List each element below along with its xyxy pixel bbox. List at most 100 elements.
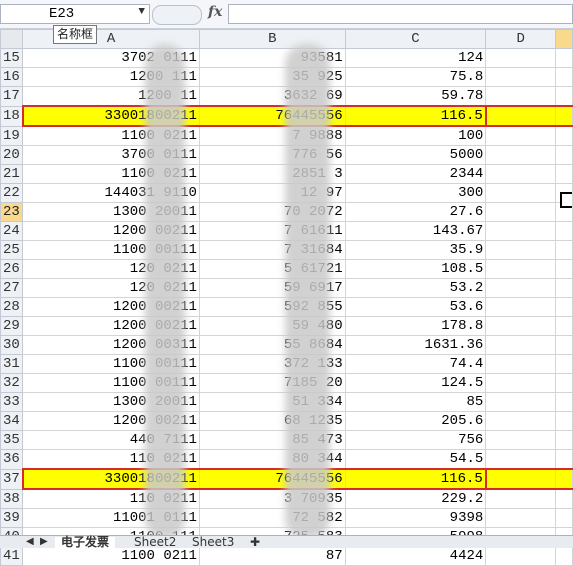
cell-e[interactable] (555, 67, 573, 87)
row-header[interactable]: 26 (0, 259, 24, 279)
cell-c[interactable]: 108.5 (344, 259, 487, 279)
formula-input[interactable] (228, 4, 573, 24)
chevron-down-icon[interactable]: ▼ (138, 6, 145, 18)
row-header[interactable]: 31 (0, 354, 24, 374)
cell-e[interactable] (555, 297, 573, 317)
cell-c[interactable]: 59.78 (344, 86, 487, 107)
row-header[interactable]: 34 (0, 411, 24, 431)
row-header[interactable]: 36 (0, 449, 24, 470)
cell-d[interactable] (485, 468, 557, 490)
cell-c[interactable]: 229.2 (344, 488, 487, 509)
cell-c[interactable]: 1631.36 (344, 335, 487, 355)
row-header[interactable]: 35 (0, 430, 24, 450)
cell-e[interactable] (555, 145, 573, 165)
insert-function-icon[interactable]: fx (208, 4, 222, 20)
cell-d[interactable] (485, 297, 557, 317)
name-box[interactable]: E23 ▼ (0, 4, 150, 24)
cell-e[interactable] (555, 488, 573, 509)
cell-b[interactable]: 87 (198, 546, 346, 566)
row-header[interactable]: 37 (0, 468, 24, 490)
cell-d[interactable] (485, 278, 557, 298)
cell-e[interactable] (555, 430, 573, 450)
cell-e[interactable] (555, 221, 573, 241)
cell-c[interactable]: 85 (344, 392, 487, 412)
cell-d[interactable] (485, 430, 557, 450)
column-header-b[interactable]: B (198, 29, 346, 49)
cell-e[interactable] (555, 316, 573, 336)
row-header[interactable]: 27 (0, 278, 24, 298)
cell-d[interactable] (485, 183, 557, 203)
cell-c[interactable]: 9398 (344, 508, 487, 528)
cell-e[interactable] (555, 259, 573, 279)
cell-c[interactable]: 178.8 (344, 316, 487, 336)
cell-e[interactable] (555, 468, 573, 490)
cell-c[interactable]: 53.6 (344, 297, 487, 317)
cell-d[interactable] (485, 67, 557, 87)
cell-c[interactable]: 756 (344, 430, 487, 450)
cell-c[interactable]: 143.67 (344, 221, 487, 241)
cell-c[interactable]: 100 (344, 125, 487, 146)
cell-a[interactable]: 1100 0211 (22, 546, 200, 566)
row-header[interactable]: 41 (0, 546, 24, 566)
cell-e[interactable] (555, 508, 573, 528)
cell-d[interactable] (485, 48, 557, 68)
cell-c[interactable]: 124 (344, 48, 487, 68)
cell-d[interactable] (485, 202, 557, 222)
cell-e[interactable] (555, 125, 573, 146)
cell-e[interactable] (555, 240, 573, 260)
cell-d[interactable] (485, 221, 557, 241)
next-sheet-icon[interactable]: ▶ (40, 536, 48, 547)
cell-c[interactable]: 54.5 (344, 449, 487, 470)
cell-c[interactable]: 75.8 (344, 67, 487, 87)
cell-d[interactable] (485, 488, 557, 509)
sheet-tab-3[interactable]: Sheet3 (186, 536, 240, 548)
cell-e[interactable] (555, 546, 573, 566)
sheet-tab-1[interactable]: 电子发票 (55, 536, 116, 548)
cell-e[interactable] (555, 164, 573, 184)
cell-d[interactable] (485, 164, 557, 184)
cell-d[interactable] (485, 373, 557, 393)
insert-sheet-icon[interactable]: ✚ (244, 536, 266, 548)
cell-e[interactable] (555, 392, 573, 412)
cell-c[interactable]: 74.4 (344, 354, 487, 374)
cell-d[interactable] (485, 259, 557, 279)
cell-c[interactable]: 4424 (344, 546, 487, 566)
row-header[interactable]: 38 (0, 488, 24, 509)
cell-d[interactable] (485, 125, 557, 146)
cell-c[interactable]: 27.6 (344, 202, 487, 222)
column-header-c[interactable]: C (344, 29, 487, 49)
column-header-d[interactable]: D (485, 29, 557, 49)
cell-e[interactable] (555, 411, 573, 431)
cell-e[interactable] (555, 105, 573, 127)
cell-c[interactable]: 5000 (344, 145, 487, 165)
row-header[interactable]: 21 (0, 164, 24, 184)
row-header[interactable]: 30 (0, 335, 24, 355)
row-header[interactable]: 19 (0, 125, 24, 146)
row-header[interactable]: 17 (0, 86, 24, 107)
cell-c[interactable]: 2344 (344, 164, 487, 184)
row-header[interactable]: 24 (0, 221, 24, 241)
row-header[interactable]: 33 (0, 392, 24, 412)
cell-e[interactable] (555, 373, 573, 393)
row-header[interactable]: 28 (0, 297, 24, 317)
column-header-e[interactable] (555, 29, 573, 49)
cell-d[interactable] (485, 145, 557, 165)
row-header[interactable]: 25 (0, 240, 24, 260)
row-header[interactable]: 39 (0, 508, 24, 528)
cell-c[interactable]: 300 (344, 183, 487, 203)
row-header[interactable]: 16 (0, 67, 24, 87)
cell-c[interactable]: 35.9 (344, 240, 487, 260)
cell-d[interactable] (485, 86, 557, 107)
cell-d[interactable] (485, 508, 557, 528)
formula-cancel-confirm-area[interactable] (152, 5, 202, 25)
row-header[interactable]: 29 (0, 316, 24, 336)
cell-e[interactable] (555, 354, 573, 374)
cell-d[interactable] (485, 105, 557, 127)
cell-d[interactable] (485, 546, 557, 566)
prev-sheet-icon[interactable]: ◀ (26, 536, 34, 547)
cell-c[interactable]: 205.6 (344, 411, 487, 431)
cell-c[interactable]: 116.5 (344, 468, 487, 490)
select-all-corner[interactable] (0, 29, 24, 49)
cell-e[interactable] (555, 449, 573, 470)
cell-c[interactable]: 124.5 (344, 373, 487, 393)
